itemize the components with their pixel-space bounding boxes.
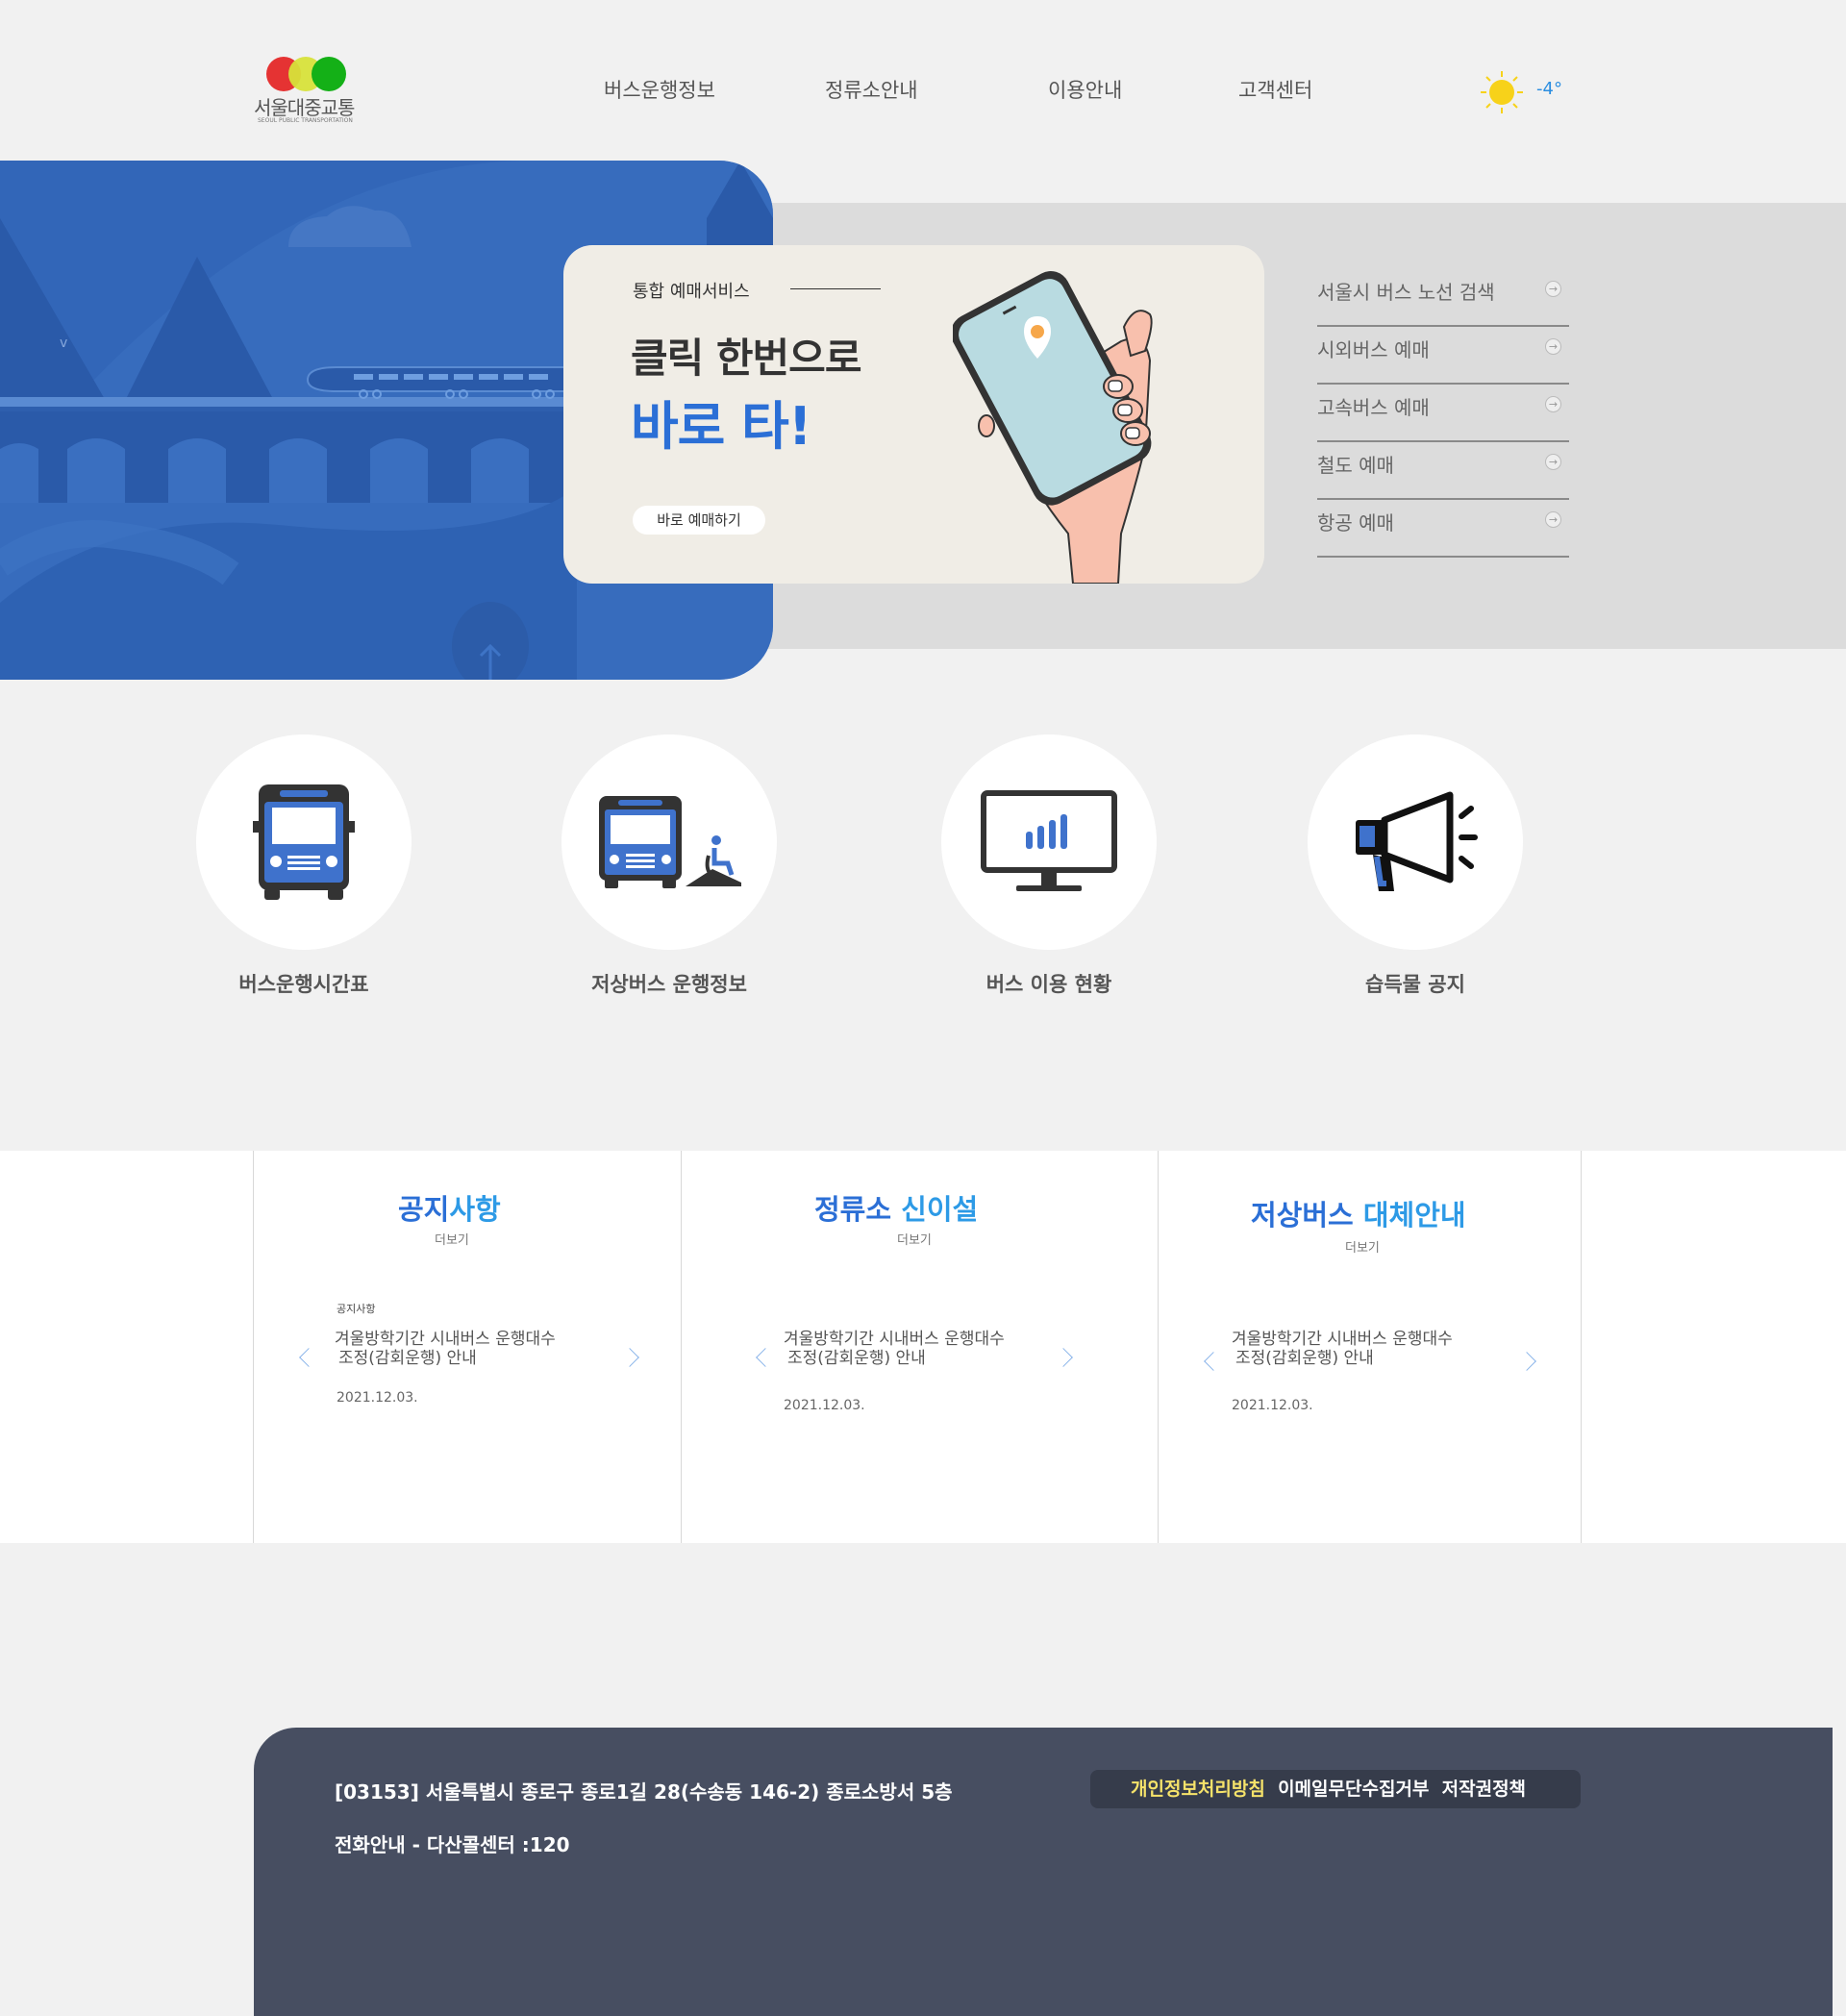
notice-item[interactable]: 겨울방학기간 시내버스 운행대수 조정(감회운행) 안내 — [784, 1330, 1005, 1368]
service-label: 습득물 공지 — [1365, 973, 1465, 996]
nav-bus-info[interactable]: 버스운행정보 — [604, 75, 715, 104]
site-footer: [03153] 서울특별시 종로구 종로1길 28(수송동 146-2) 종로소… — [254, 1728, 1833, 2016]
copyright-policy-link[interactable]: 저작권정책 — [1442, 1779, 1526, 1800]
quick-link-label: 고속버스 예매 — [1317, 396, 1430, 419]
notice-title-part: 대체안내 — [1362, 1199, 1466, 1232]
promo-headline-2: 바로 타! — [631, 396, 811, 457]
more-link[interactable]: 더보기 — [897, 1230, 932, 1248]
notice-text-line: 겨울방학기간 시내버스 운행대수 — [335, 1330, 556, 1349]
phone-in-hand-icon — [953, 271, 1153, 584]
quick-link-label: 철도 예매 — [1317, 454, 1394, 477]
booking-promo-card: 통합 예매서비스 클릭 한번으로 바로 타! 바로 예매하기 — [563, 245, 1264, 584]
notice-title-part: 저상버스 — [1251, 1199, 1354, 1232]
arrow-right-icon: → — [1545, 281, 1561, 297]
chevron-left-icon[interactable] — [299, 1348, 318, 1367]
promo-divider — [790, 288, 881, 289]
chevron-right-icon[interactable] — [620, 1348, 639, 1367]
service-icon-circle — [561, 734, 777, 950]
service-label: 버스운행시간표 — [238, 973, 369, 996]
monitor-chart-icon — [981, 790, 1117, 891]
temperature: -4° — [1536, 79, 1562, 99]
logo-subtitle: SEOUL PUBLIC TRANSPORTATION — [258, 117, 353, 124]
notice-text-line: 조정(감회운행) 안내 — [338, 1349, 477, 1368]
site-logo[interactable]: 서울대중교통 SEOUL PUBLIC TRANSPORTATION — [252, 52, 367, 129]
service-label: 저상버스 운행정보 — [591, 973, 747, 996]
footer-policy-links: 개인정보처리방침 이메일무단수집거부 저작권정책 — [1090, 1770, 1581, 1808]
nav-stop-info[interactable]: 정류소안내 — [825, 75, 918, 104]
quick-link-label: 시외버스 예매 — [1317, 338, 1430, 361]
bus-icon — [253, 784, 355, 900]
logo-name: 서울대중교통 — [254, 96, 355, 119]
notice-text-line: 조정(감회운행) 안내 — [787, 1349, 926, 1368]
footer-phone: 전화안내 - 다산콜센터 :120 — [335, 1833, 570, 1856]
low-floor-bus-icon — [599, 796, 741, 888]
service-icon-circle — [1308, 734, 1523, 950]
notice-text-line: 겨울방학기간 시내버스 운행대수 — [784, 1330, 1005, 1349]
more-link[interactable]: 더보기 — [435, 1230, 469, 1248]
notice-category: 공지사항 — [337, 1303, 376, 1315]
notice-title[interactable]: 공지사항 — [398, 1187, 501, 1228]
book-now-button[interactable]: 바로 예매하기 — [633, 506, 765, 535]
promo-headline-1: 클릭 한번으로 — [631, 335, 861, 382]
notice-column-announcements: 공지사항 더보기 공지사항 겨울방학기간 시내버스 운행대수 조정(감회운행) … — [253, 1151, 681, 1543]
notice-column-stops: 정류소 신이설 더보기 겨울방학기간 시내버스 운행대수 조정(감회운행) 안내… — [681, 1151, 1158, 1543]
quick-link-rail[interactable]: 철도 예매 → — [1317, 442, 1569, 500]
service-label: 버스 이용 현황 — [985, 973, 1112, 996]
quick-link-express-bus[interactable]: 고속버스 예매 → — [1317, 385, 1569, 442]
megaphone-icon — [1356, 791, 1478, 891]
panel-mark: v — [60, 336, 68, 351]
arrow-right-icon: → — [1545, 338, 1561, 355]
arrow-right-icon: → — [1545, 454, 1561, 470]
nav-usage-guide[interactable]: 이용안내 — [1048, 75, 1122, 104]
quick-link-label: 서울시 버스 노선 검색 — [1317, 281, 1495, 304]
service-icon-circle — [196, 734, 412, 950]
service-icon-circle — [941, 734, 1157, 950]
service-bus-usage[interactable]: 버스 이용 현황 — [941, 734, 1157, 998]
privacy-policy-link[interactable]: 개인정보처리방침 — [1131, 1779, 1265, 1800]
weather-widget: -4° — [1479, 69, 1575, 113]
nav-customer-center[interactable]: 고객센터 — [1238, 75, 1312, 104]
notice-title-part: 신이설 — [901, 1193, 979, 1226]
chevron-right-icon[interactable] — [1517, 1352, 1536, 1371]
footer-address: [03153] 서울특별시 종로구 종로1길 28(수송동 146-2) 종로소… — [335, 1780, 953, 1804]
arrow-right-icon: → — [1545, 396, 1561, 412]
notice-title-part: 공지 — [398, 1193, 450, 1226]
chevron-left-icon[interactable] — [1204, 1352, 1223, 1371]
logo-green-dot — [312, 57, 346, 91]
service-bus-timetable[interactable]: 버스운행시간표 — [196, 734, 412, 998]
more-link[interactable]: 더보기 — [1345, 1237, 1380, 1256]
chevron-left-icon[interactable] — [756, 1348, 775, 1367]
quick-link-label: 항공 예매 — [1317, 511, 1394, 535]
quick-links: 서울시 버스 노선 검색 → 시외버스 예매 → 고속버스 예매 → 철도 예매 → 항… — [1317, 269, 1569, 558]
notice-title-part: 정류소 — [814, 1193, 892, 1226]
notice-item[interactable]: 겨울방학기간 시내버스 운행대수 조정(감회운행) 안내 — [335, 1330, 556, 1368]
notice-text-line: 조정(감회운행) 안내 — [1235, 1349, 1374, 1368]
notice-date: 2021.12.03. — [1232, 1398, 1313, 1413]
service-lost-and-found[interactable]: 습득물 공지 — [1308, 734, 1523, 998]
sun-icon — [1481, 71, 1523, 113]
arrow-right-icon: → — [1545, 511, 1561, 528]
notice-date: 2021.12.03. — [784, 1398, 865, 1413]
promo-eyebrow: 통합 예매서비스 — [633, 282, 750, 302]
notice-title-part: 사항 — [449, 1193, 501, 1226]
notice-title[interactable]: 저상버스 대체안내 — [1251, 1193, 1466, 1233]
email-refusal-link[interactable]: 이메일무단수집거부 — [1278, 1779, 1429, 1800]
quick-link-air[interactable]: 항공 예매 → — [1317, 500, 1569, 558]
quick-link-intercity-bus[interactable]: 시외버스 예매 → — [1317, 327, 1569, 385]
notice-date: 2021.12.03. — [337, 1390, 418, 1406]
service-low-floor-bus[interactable]: 저상버스 운행정보 — [561, 734, 777, 998]
notice-column-low-floor: 저상버스 대체안내 더보기 겨울방학기간 시내버스 운행대수 조정(감회운행) … — [1158, 1151, 1582, 1543]
notice-title[interactable]: 정류소 신이설 — [814, 1187, 978, 1228]
quick-link-bus-route[interactable]: 서울시 버스 노선 검색 → — [1317, 269, 1569, 327]
chevron-right-icon[interactable] — [1054, 1348, 1073, 1367]
notice-text-line: 겨울방학기간 시내버스 운행대수 — [1232, 1330, 1453, 1349]
notice-item[interactable]: 겨울방학기간 시내버스 운행대수 조정(감회운행) 안내 — [1232, 1330, 1453, 1368]
